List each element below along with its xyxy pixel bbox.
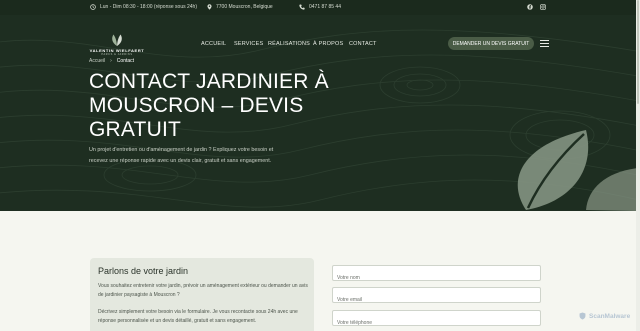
brand-logo[interactable]: VALENTIN WIELFAERT PARCS & JARDINS xyxy=(89,34,145,56)
intro-card-paragraph-2: Décrivez simplement votre besoin via le … xyxy=(98,309,298,324)
hero-section: VALENTIN WIELFAERT PARCS & JARDINS ACCUE… xyxy=(0,15,640,211)
address-text: 7700 Mouscron, Belgique xyxy=(216,4,273,10)
intro-card: Parlons de votre jardin Vous souhaitez e… xyxy=(90,258,314,331)
brand-tagline: PARCS & JARDINS xyxy=(101,53,133,56)
hero-intro-text: Un projet d'entretien ou d'aménagement d… xyxy=(89,147,274,164)
nav-item-a-propos[interactable]: À PROPOS xyxy=(313,41,343,47)
contact-section: Parlons de votre jardin Vous souhaitez e… xyxy=(0,211,636,331)
phone-field[interactable] xyxy=(332,310,541,330)
name-field[interactable] xyxy=(332,265,541,285)
phone-link[interactable]: 0471 87 85 44 xyxy=(299,4,341,10)
email-input[interactable] xyxy=(333,293,540,307)
top-info-bar: Lun - Dim 08:30 - 18:00 (réponse sous 24… xyxy=(0,0,640,15)
scanmalware-watermark: ScanMalware xyxy=(579,312,630,320)
breadcrumb: Accueil › Contact xyxy=(89,58,134,64)
location-pin-icon xyxy=(207,4,212,10)
scrollbar-thumb[interactable] xyxy=(637,0,639,104)
breadcrumb-separator: › xyxy=(110,58,112,64)
clock-icon xyxy=(90,4,96,10)
name-input[interactable] xyxy=(333,271,540,285)
hamburger-icon[interactable] xyxy=(540,40,549,47)
breadcrumb-home-link[interactable]: Accueil xyxy=(89,58,105,64)
leaf-logo-icon xyxy=(112,34,122,46)
phone-text: 0471 87 85 44 xyxy=(309,4,341,10)
phone-icon xyxy=(299,4,305,10)
watermark-text: ScanMalware xyxy=(589,312,631,320)
page-scrollbar[interactable] xyxy=(636,0,640,331)
scan-shield-icon xyxy=(579,312,586,320)
facebook-icon[interactable] xyxy=(527,4,533,10)
opening-hours-text: Lun - Dim 08:30 - 18:00 (réponse sous 24… xyxy=(100,4,197,10)
opening-hours: Lun - Dim 08:30 - 18:00 (réponse sous 24… xyxy=(90,4,197,10)
nav-item-realisations[interactable]: RÉALISATIONS xyxy=(268,41,310,47)
instagram-icon[interactable] xyxy=(540,4,546,10)
decorative-leaf-icon xyxy=(517,130,636,211)
intro-card-paragraph-1: Vous souhaitez entretenir votre jardin, … xyxy=(98,283,308,298)
address: 7700 Mouscron, Belgique xyxy=(207,4,273,10)
email-field[interactable] xyxy=(332,287,541,307)
nav-item-contact[interactable]: CONTACT xyxy=(349,41,377,47)
request-quote-button[interactable]: DEMANDER UN DEVIS GRATUIT xyxy=(448,37,534,50)
phone-input[interactable] xyxy=(333,316,540,330)
page-title: CONTACT JARDINIER À MOUSCRON – DEVIS GRA… xyxy=(89,70,329,141)
breadcrumb-current: Contact xyxy=(116,58,135,64)
nav-item-services[interactable]: SERVICES xyxy=(234,41,263,47)
contact-page: Lun - Dim 08:30 - 18:00 (réponse sous 24… xyxy=(0,0,640,331)
nav-item-accueil[interactable]: ACCUEIL xyxy=(201,41,226,47)
intro-card-title: Parlons de votre jardin xyxy=(98,266,189,276)
